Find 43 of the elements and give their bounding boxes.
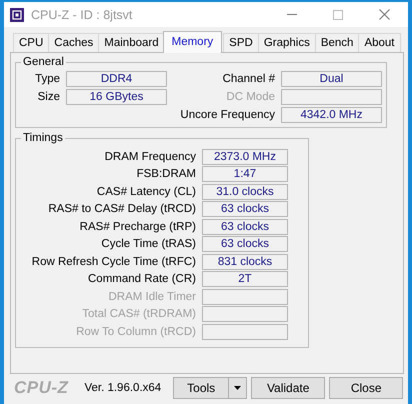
field-label: Cycle Time (tRAS) — [100, 238, 197, 250]
field-label: FSB:DRAM — [136, 168, 197, 180]
value-field: 31.0 clocks — [202, 184, 288, 200]
value-field: 1:47 — [202, 166, 288, 182]
group-title: General — [22, 56, 65, 68]
field-label: Channel # — [222, 72, 276, 84]
group-title: Timings — [22, 132, 64, 144]
value-field: 63 clocks — [202, 201, 288, 218]
field-label: Total CAS# (tRDRAM) — [81, 308, 197, 320]
value-field: 16 GBytes — [66, 88, 167, 104]
field-label: RAS# Precharge (tRP) — [78, 220, 197, 233]
footer-button[interactable]: Close — [329, 377, 404, 399]
field-label: Uncore Frequency — [179, 108, 276, 120]
value-field: 2T — [202, 271, 288, 288]
tools-button[interactable]: Tools — [173, 377, 248, 399]
field-label: Type — [34, 72, 61, 84]
field-label: Command Rate (CR) — [87, 273, 197, 286]
value-field: 2373.0 MHz — [202, 148, 288, 165]
field-label: DC Mode — [225, 90, 276, 102]
value-field: 4342.0 MHz — [281, 106, 382, 122]
field-label: DRAM Frequency — [104, 150, 197, 163]
field-label: Row Refresh Cycle Time (tRFC) — [30, 256, 197, 268]
value-field: 63 clocks — [202, 218, 288, 235]
tab[interactable]: CPU — [13, 33, 50, 52]
value-field: DDR4 — [66, 70, 167, 86]
value-field: 831 clocks — [202, 254, 288, 270]
field-label: RAS# to CAS# Delay (tRCD) — [47, 203, 197, 216]
window-title: CPU-Z - ID : 8jtsvt — [31, 8, 132, 22]
value-field: Dual — [281, 70, 382, 86]
close-icon[interactable] — [379, 9, 390, 20]
caret-icon[interactable] — [234, 386, 242, 390]
tab[interactable]: About — [358, 33, 401, 52]
chip-icon — [10, 8, 24, 22]
version-text: Ver. 1.96.0.x64 — [84, 382, 162, 394]
tab[interactable]: Memory — [162, 31, 222, 53]
field-label: Size — [36, 90, 61, 102]
tab[interactable]: SPD — [223, 33, 259, 52]
footer-button[interactable]: Validate — [251, 377, 326, 399]
field-label: CAS# Latency (CL) — [96, 186, 197, 198]
field-label: DRAM Idle Timer — [107, 290, 197, 303]
logo-text: CPU-Z — [14, 378, 68, 398]
field-label: Row To Column (tRCD) — [75, 326, 197, 338]
value-field: 63 clocks — [202, 236, 288, 252]
